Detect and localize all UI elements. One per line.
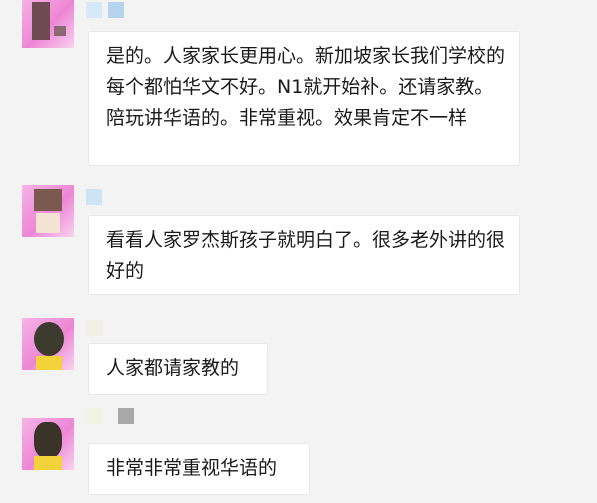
sender-name: [86, 189, 176, 205]
avatar-icon: [32, 2, 50, 40]
message-bubble[interactable]: 人家都请家教的: [88, 343, 268, 395]
message-bubble[interactable]: 非常非常重视华语的: [88, 443, 310, 495]
avatar[interactable]: [22, 318, 74, 370]
message-bubble[interactable]: 看看人家罗杰斯孩子就明白了。很多老外讲的很好的: [88, 215, 520, 295]
message-text: 是的。人家家长更用心。新加坡家长我们学校的每个都怕华文不好。N1就开始补。还请家…: [106, 45, 506, 129]
message-text: 看看人家罗杰斯孩子就明白了。很多老外讲的很好的: [106, 229, 506, 282]
message-text: 非常非常重视华语的: [106, 457, 278, 479]
avatar-icon: [34, 422, 62, 458]
message-text: 人家都请家教的: [106, 357, 240, 379]
sender-name: [86, 320, 176, 336]
avatar[interactable]: [22, 185, 74, 237]
message-bubble[interactable]: 是的。人家家长更用心。新加坡家长我们学校的每个都怕华文不好。N1就开始补。还请家…: [88, 31, 520, 166]
sender-name: [86, 408, 176, 424]
sender-name: [86, 2, 176, 18]
avatar-icon: [34, 189, 62, 211]
avatar-icon: [34, 322, 64, 356]
avatar[interactable]: [22, 0, 74, 48]
chat-window: { "messages": [ { "sender": "", "text": …: [0, 0, 597, 503]
avatar[interactable]: [22, 418, 74, 470]
